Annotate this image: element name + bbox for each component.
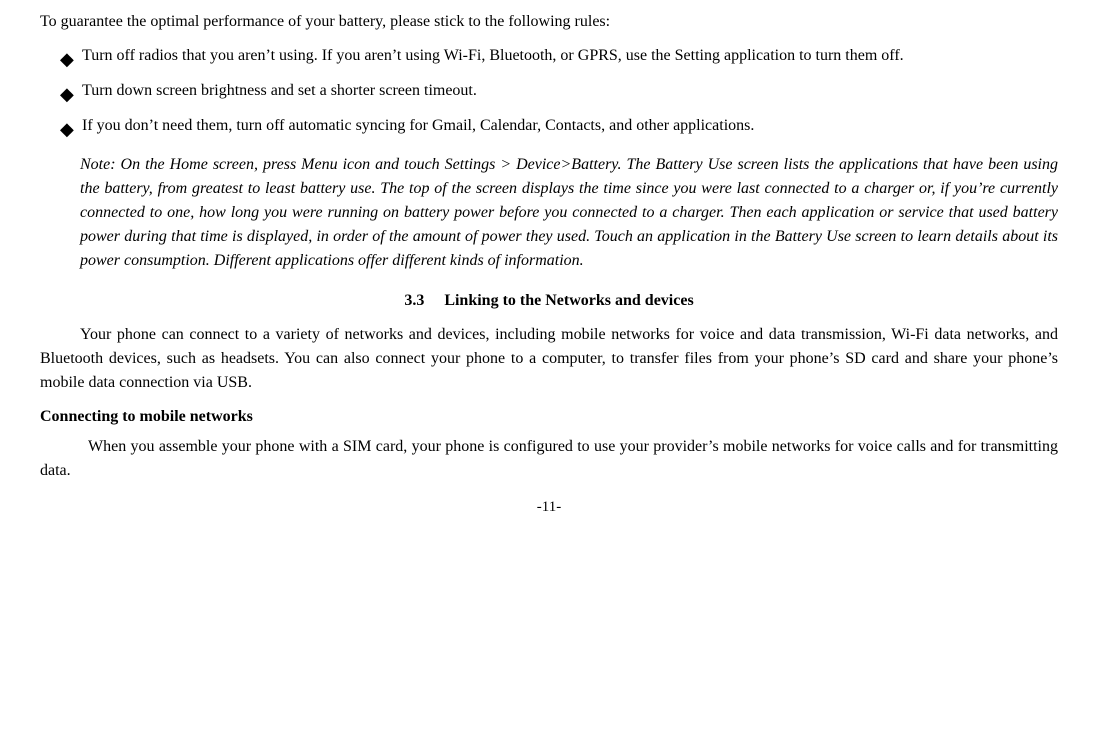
bullet-list: ◆ Turn off radios that you aren’t using.… [60, 44, 1058, 143]
bullet-text-3: If you don’t need them, turn off automat… [82, 114, 1058, 138]
bullet-diamond-icon: ◆ [60, 46, 82, 73]
list-item: ◆ If you don’t need them, turn off autom… [60, 114, 1058, 143]
subsection-paragraph: When you assemble your phone with a SIM … [40, 435, 1058, 483]
bullet-diamond-icon: ◆ [60, 116, 82, 143]
intro-line: To guarantee the optimal performance of … [40, 10, 1058, 34]
bullet-text-1: Turn off radios that you aren’t using. I… [82, 44, 1058, 68]
section-title: Linking to the Networks and devices [444, 292, 693, 309]
list-item: ◆ Turn down screen brightness and set a … [60, 79, 1058, 108]
note-block: Note: On the Home screen, press Menu ico… [80, 153, 1058, 273]
section-heading: 3.3 Linking to the Networks and devices [40, 289, 1058, 313]
subsection-heading: Connecting to mobile networks [40, 405, 1058, 429]
page-number: -11- [40, 499, 1058, 516]
list-item: ◆ Turn off radios that you aren’t using.… [60, 44, 1058, 73]
bullet-text-2: Turn down screen brightness and set a sh… [82, 79, 1058, 103]
bullet-diamond-icon: ◆ [60, 81, 82, 108]
section-paragraph: Your phone can connect to a variety of n… [40, 323, 1058, 395]
page-content: To guarantee the optimal performance of … [40, 10, 1058, 516]
section-number: 3.3 [404, 292, 424, 309]
